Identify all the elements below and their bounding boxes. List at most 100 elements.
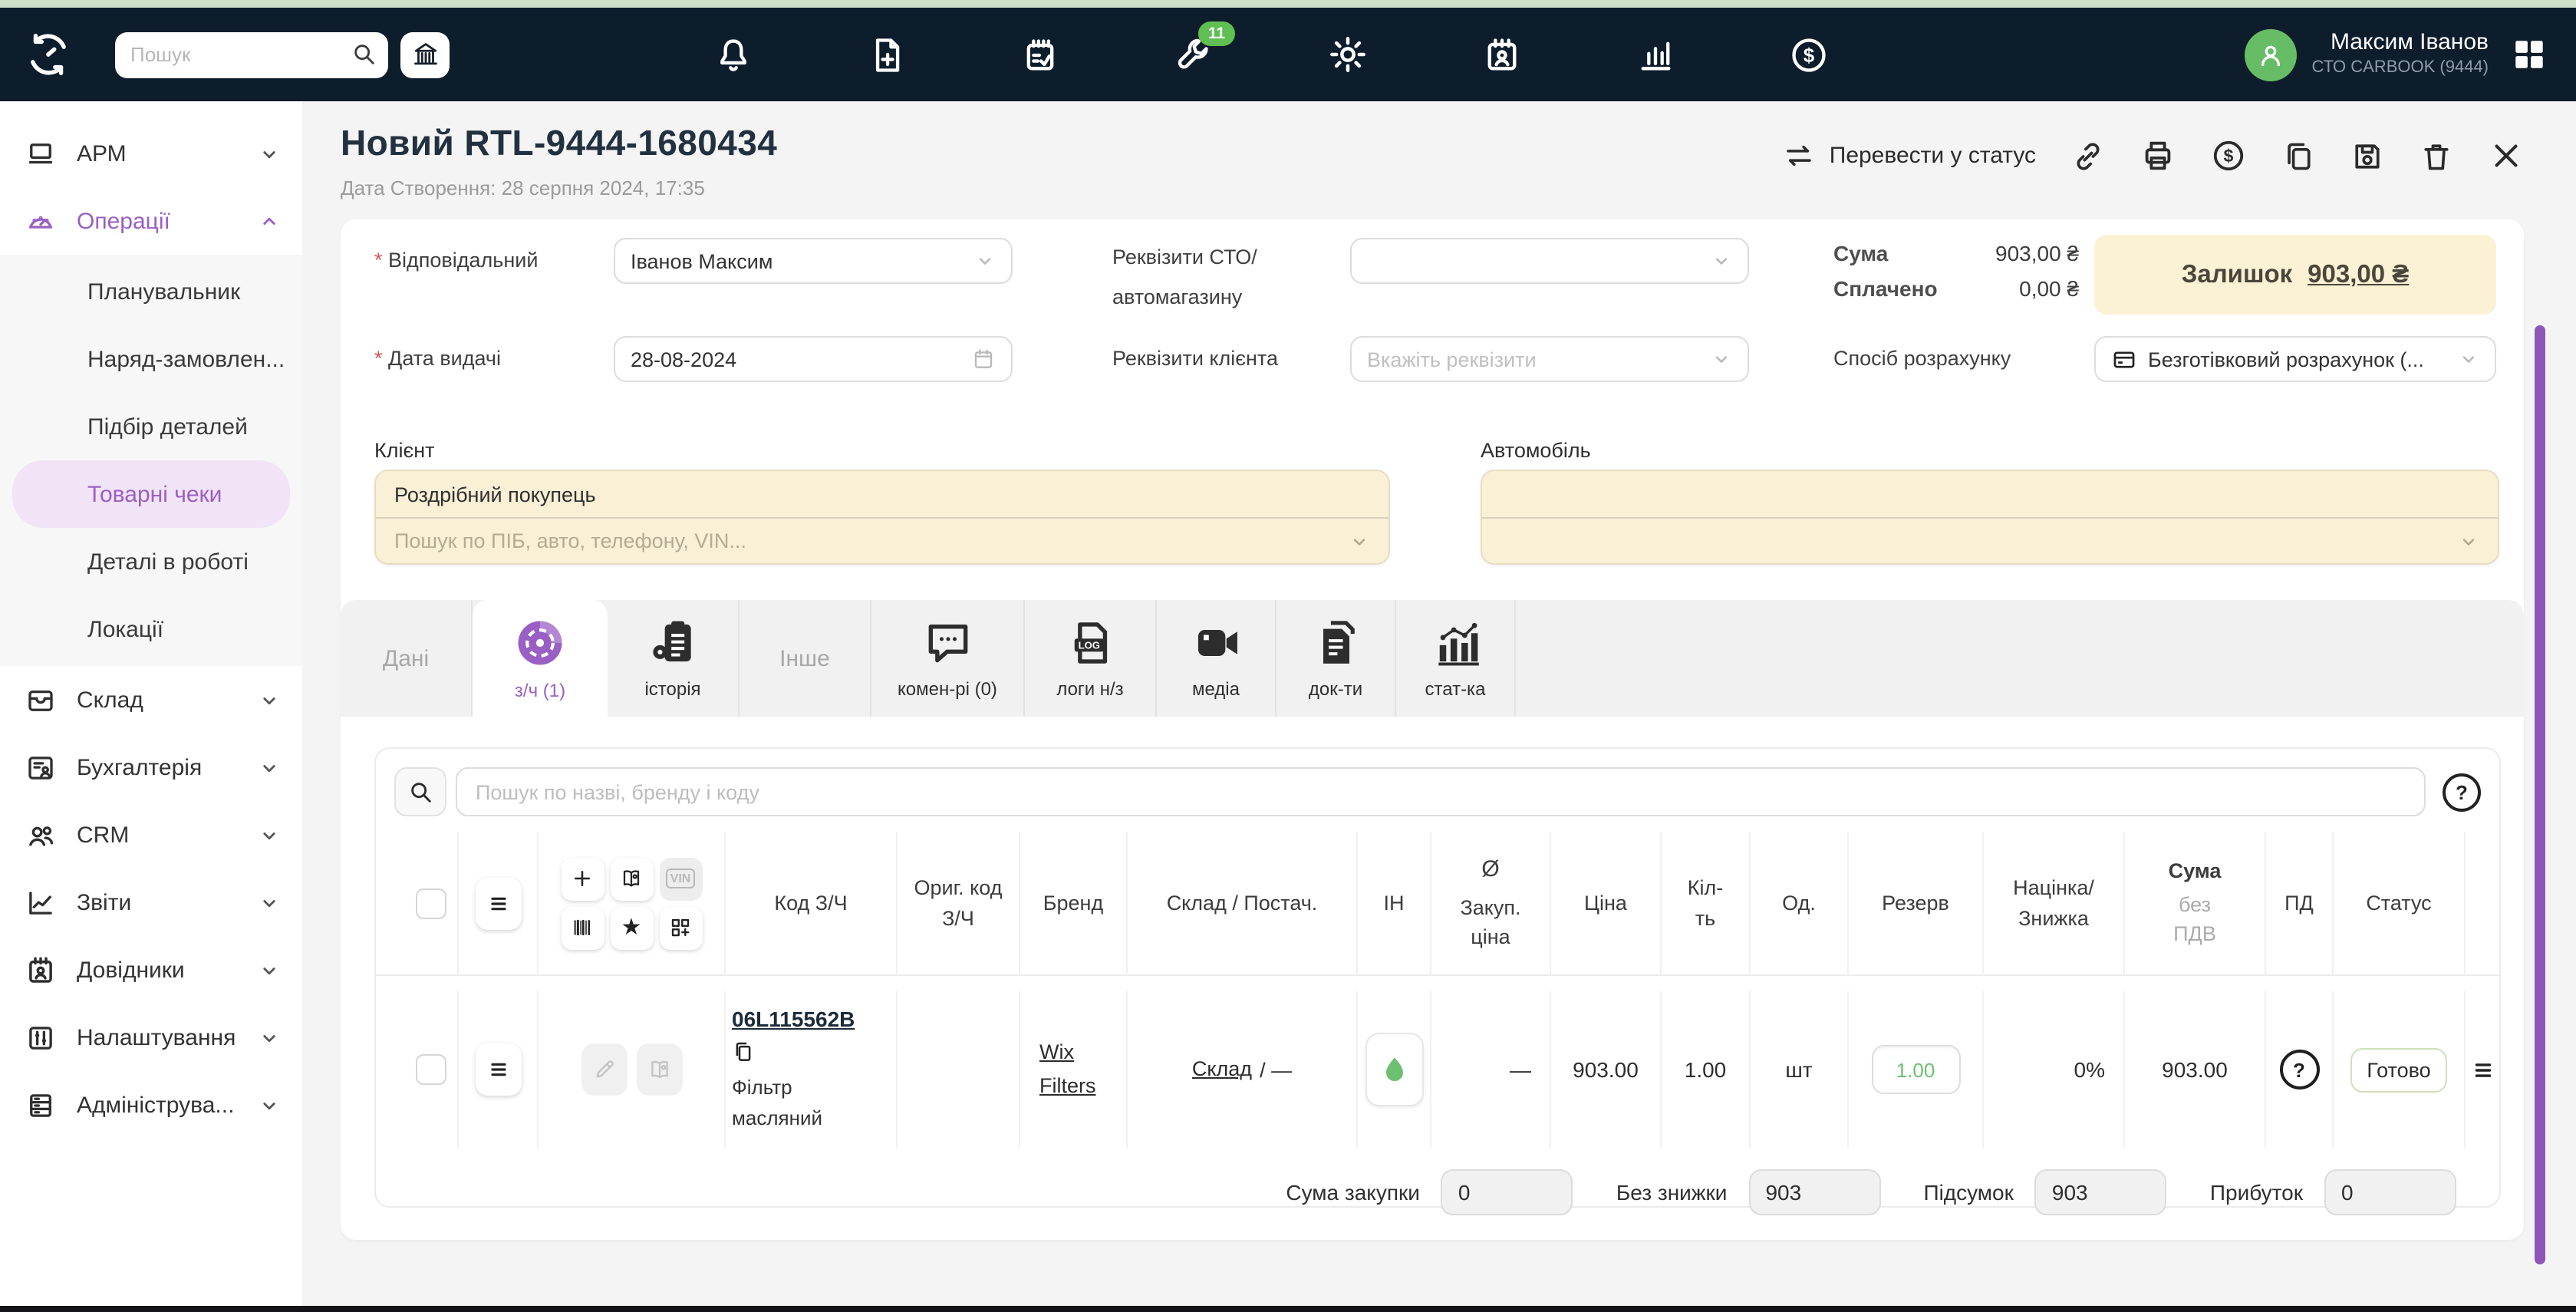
vehicle-box[interactable]	[1481, 470, 2499, 565]
client-requisites-input[interactable]	[1367, 348, 1711, 371]
part-brand-link[interactable]: Wix Filters	[1039, 1037, 1107, 1103]
sidebar-item-planner[interactable]: Планувальник	[0, 258, 302, 325]
settings-gear-icon[interactable]	[1327, 34, 1369, 75]
add-part-button[interactable]	[561, 857, 604, 900]
copy-link-icon[interactable]	[2071, 139, 2105, 173]
payment-dollar-icon[interactable]	[2211, 138, 2246, 173]
copy-code-icon[interactable]	[732, 1040, 755, 1063]
sidebar-item-directories[interactable]: Довідники	[0, 936, 302, 1004]
save-icon[interactable]	[2350, 139, 2384, 173]
client-requisites-select[interactable]	[1350, 336, 1749, 382]
employee-calendar-icon[interactable]	[1482, 35, 1522, 74]
col-warehouse[interactable]: Склад / Постач.	[1128, 832, 1358, 976]
barcode-button[interactable]	[561, 906, 604, 949]
status-badge[interactable]: Готово	[2350, 1047, 2448, 1092]
vertical-scrollbar[interactable]	[2535, 325, 2545, 1264]
reserve-input[interactable]: 1.00	[1871, 1045, 1960, 1094]
sidebar-item-reports[interactable]: Звіти	[0, 869, 302, 936]
apps-grid-icon[interactable]	[2510, 35, 2548, 74]
tab-data[interactable]: Дані	[341, 600, 473, 717]
new-document-icon[interactable]	[867, 35, 907, 74]
chevron-up-icon	[258, 209, 281, 232]
tab-statistics[interactable]: стат-ка	[1396, 600, 1516, 717]
reports-chart-icon[interactable]	[1636, 35, 1675, 74]
sidebar-item-label: АРМ	[77, 140, 127, 166]
chevron-down-icon	[2458, 530, 2479, 552]
col-status[interactable]: Статус	[2334, 832, 2466, 976]
global-search[interactable]	[115, 31, 388, 77]
vehicle-search[interactable]	[1482, 517, 2498, 563]
user-name: Максим Іванов	[2330, 29, 2489, 56]
col-in[interactable]: ІН	[1358, 832, 1431, 976]
global-search-input[interactable]	[115, 31, 388, 77]
catalog-button[interactable]	[610, 857, 653, 900]
sidebar-item-work-orders[interactable]: Наряд-замовлен...	[0, 325, 302, 393]
client-value[interactable]: Роздрібний покупець	[376, 471, 1388, 517]
parts-search-field[interactable]	[456, 767, 2426, 816]
company-bank-button[interactable]	[400, 31, 450, 77]
sto-requisites-select[interactable]	[1350, 238, 1749, 284]
select-all-checkbox[interactable]	[415, 888, 446, 918]
sidebar-item-parts-in-work[interactable]: Деталі в роботі	[0, 528, 302, 595]
help-icon[interactable]: ?	[2443, 773, 2481, 811]
col-qty[interactable]: Кіл- ть	[1662, 832, 1751, 976]
carbook-logo-icon[interactable]	[25, 31, 72, 78]
tab-media[interactable]: медіа	[1157, 600, 1276, 717]
col-sum[interactable]: Сума без ПДВ	[2125, 832, 2266, 976]
qr-add-button[interactable]	[659, 906, 702, 949]
col-reserve[interactable]: Резерв	[1849, 832, 1984, 976]
repairs-wrench-icon[interactable]: 11	[1174, 21, 1235, 74]
duplicate-icon[interactable]	[2281, 139, 2315, 173]
row-menu-button[interactable]	[475, 1043, 521, 1096]
tab-logs[interactable]: логи н/з	[1025, 600, 1157, 717]
sidebar-item-settings[interactable]: Налаштування	[0, 1004, 302, 1071]
col-code[interactable]: Код З/Ч	[726, 832, 898, 976]
sidebar-item-arm[interactable]: АРМ	[0, 120, 302, 187]
part-code-link[interactable]: 06L115562B	[732, 1007, 855, 1031]
row-drag-handle[interactable]	[2469, 1057, 2495, 1083]
delete-icon[interactable]	[2420, 139, 2453, 173]
tab-other[interactable]: Інше	[740, 600, 871, 717]
sidebar-item-accounting[interactable]: Бухгалтерія	[0, 733, 302, 801]
client-search[interactable]: Пошук по ПІБ, авто, телефону, VIN...	[376, 517, 1388, 563]
finance-dollar-icon[interactable]	[1789, 35, 1829, 74]
tab-parts[interactable]: з/ч (1)	[473, 600, 608, 717]
issue-date-value[interactable]	[631, 348, 971, 371]
client-box[interactable]: Роздрібний покупець Пошук по ПІБ, авто, …	[374, 470, 1390, 565]
issue-date-input[interactable]	[614, 336, 1013, 382]
col-price[interactable]: Ціна	[1551, 832, 1662, 976]
sidebar-item-administration[interactable]: Адмініструва...	[0, 1071, 302, 1139]
sidebar-item-warehouse[interactable]: Склад	[0, 666, 302, 733]
print-icon[interactable]	[2140, 138, 2176, 173]
parts-search-input[interactable]	[473, 779, 2409, 805]
sidebar-item-operations[interactable]: Операції	[0, 187, 302, 255]
col-purchase[interactable]: Ø Закуп. ціна	[1431, 832, 1551, 976]
sidebar-item-sales-receipts[interactable]: Товарні чеки	[12, 460, 290, 528]
vehicle-value[interactable]	[1482, 471, 2498, 517]
responsible-select[interactable]: Іванов Максим	[614, 238, 1013, 284]
user-menu[interactable]: Максим Іванов СТО CARBOOK (9444)	[2244, 28, 2489, 81]
columns-menu-button[interactable]	[475, 877, 521, 929]
sidebar-item-crm[interactable]: CRM	[0, 801, 302, 869]
row-checkbox[interactable]	[415, 1054, 446, 1085]
stock-availability-button[interactable]	[1365, 1033, 1423, 1106]
col-brand[interactable]: Бренд	[1020, 832, 1128, 976]
notifications-bell-icon[interactable]	[713, 35, 753, 74]
tab-documents[interactable]: док-ти	[1276, 600, 1396, 717]
tab-comments[interactable]: комен-рі (0)	[871, 600, 1025, 717]
sidebar-item-parts-selection[interactable]: Підбір деталей	[0, 393, 302, 460]
warehouse-link[interactable]: Склад	[1192, 1053, 1252, 1086]
tab-history[interactable]: історія	[608, 600, 740, 717]
tasks-checklist-icon[interactable]	[1020, 35, 1060, 74]
col-markup[interactable]: Націнка/ Знижка	[1984, 832, 2125, 976]
favorites-button[interactable]: ★	[610, 906, 653, 949]
parts-search-button[interactable]	[394, 767, 446, 816]
sidebar-item-locations[interactable]: Локації	[0, 595, 302, 663]
close-icon[interactable]	[2489, 138, 2524, 173]
col-orig-code[interactable]: Ориг. код З/Ч	[898, 832, 1020, 976]
transfer-status-button[interactable]: Перевести у статус	[1784, 140, 2036, 172]
payment-method-select[interactable]: Безготівковий розрахунок (...	[2094, 336, 2496, 382]
col-pd[interactable]: ПД	[2266, 832, 2334, 976]
col-unit[interactable]: Од.	[1751, 832, 1849, 976]
pd-question-icon[interactable]: ?	[2279, 1050, 2319, 1089]
